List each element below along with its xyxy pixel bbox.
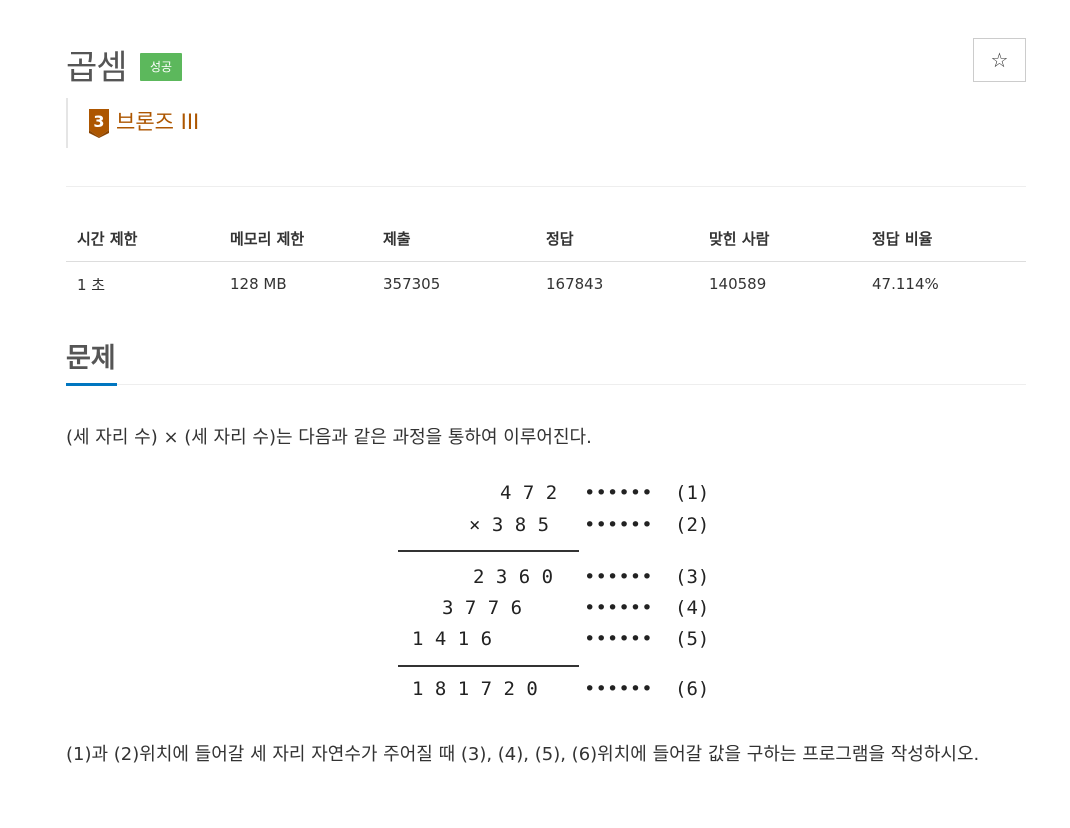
mult-label: (1) [675,482,710,504]
problem-question: (1)과 (2)위치에 들어갈 세 자리 자연수가 주어질 때 (3), (4)… [66,744,980,765]
value-solved-users[interactable]: 140589 [698,261,861,307]
mult-dots: •••••• [584,566,653,588]
mult-digits: × 3 8 5 [469,514,550,536]
value-time-limit: 1 초 [77,275,106,294]
divider [66,186,1026,187]
mult-digits: 3 7 7 6 [442,597,523,619]
mult-row-2: × 3 8 5 •••••• (2) [398,514,718,542]
mult-label: (6) [675,678,710,700]
section-underline [66,383,117,386]
value-accepted[interactable]: 167843 [535,261,698,307]
header-submissions: 제출 [372,216,535,262]
section-rule [66,384,1026,385]
mult-dots: •••••• [584,597,653,619]
info-header-row: 시간 제한 메모리 제한 제출 정답 맞힌 사람 정답 비율 [66,216,1026,262]
mult-row-4: 3 7 7 6 •••••• (4) [398,597,718,625]
problem-description: (세 자리 수) × (세 자리 수)는 다음과 같은 과정을 통하여 이루어진… [66,427,592,448]
section-title: 문제 [66,343,116,374]
header-time-limit: 시간 제한 [66,216,219,262]
status-badge: 성공 [140,53,183,81]
mult-label: (2) [675,514,710,536]
bronze-tier-icon: 3 [88,108,110,138]
mult-label: (3) [675,566,710,588]
mult-digits: 1 8 1 7 2 0 [412,678,538,700]
mult-digits: 1 4 1 6 [412,628,493,650]
value-accept-ratio: 47.114% [872,275,939,294]
tier-number: 3 [93,112,104,131]
header-solved-users: 맞힌 사람 [698,216,861,262]
mult-label: (5) [675,628,710,650]
star-icon: ☆ [990,49,1009,72]
favorite-star-button[interactable]: ☆ [973,38,1026,82]
mult-dots: •••••• [584,678,653,700]
mult-label: (4) [675,597,710,619]
header-accept-ratio: 정답 비율 [861,216,1026,262]
mult-row-1: 4 7 2 •••••• (1) [398,482,718,510]
mult-dots: •••••• [584,628,653,650]
mult-digits: 4 7 2 [500,482,558,504]
mult-row-3: 2 3 6 0 •••••• (3) [398,566,718,594]
multiplication-figure: 4 7 2 •••••• (1) × 3 8 5 •••••• (2) 2 3 … [398,478,718,708]
tier-block: 3 브론즈 III [66,98,199,148]
mult-dots: •••••• [584,482,653,504]
problem-info-table: 시간 제한 메모리 제한 제출 정답 맞힌 사람 정답 비율 1 초 128 M… [66,216,1026,307]
mult-digits: 2 3 6 0 [473,566,554,588]
mult-rule [398,665,579,667]
info-value-row: 1 초 128 MB 357305 167843 140589 47.114% [66,261,1026,307]
mult-row-6: 1 8 1 7 2 0 •••••• (6) [398,678,718,706]
mult-rule [398,550,579,552]
tier-link[interactable]: 브론즈 III [116,108,199,136]
value-submissions[interactable]: 357305 [372,261,535,307]
problem-header: 곱셈 성공 ☆ [66,36,1026,88]
value-memory-limit: 128 MB [230,275,287,294]
problem-title: 곱셈 [66,48,128,88]
header-memory-limit: 메모리 제한 [219,216,372,262]
header-accepted: 정답 [535,216,698,262]
mult-row-5: 1 4 1 6 •••••• (5) [398,628,718,656]
mult-dots: •••••• [584,514,653,536]
